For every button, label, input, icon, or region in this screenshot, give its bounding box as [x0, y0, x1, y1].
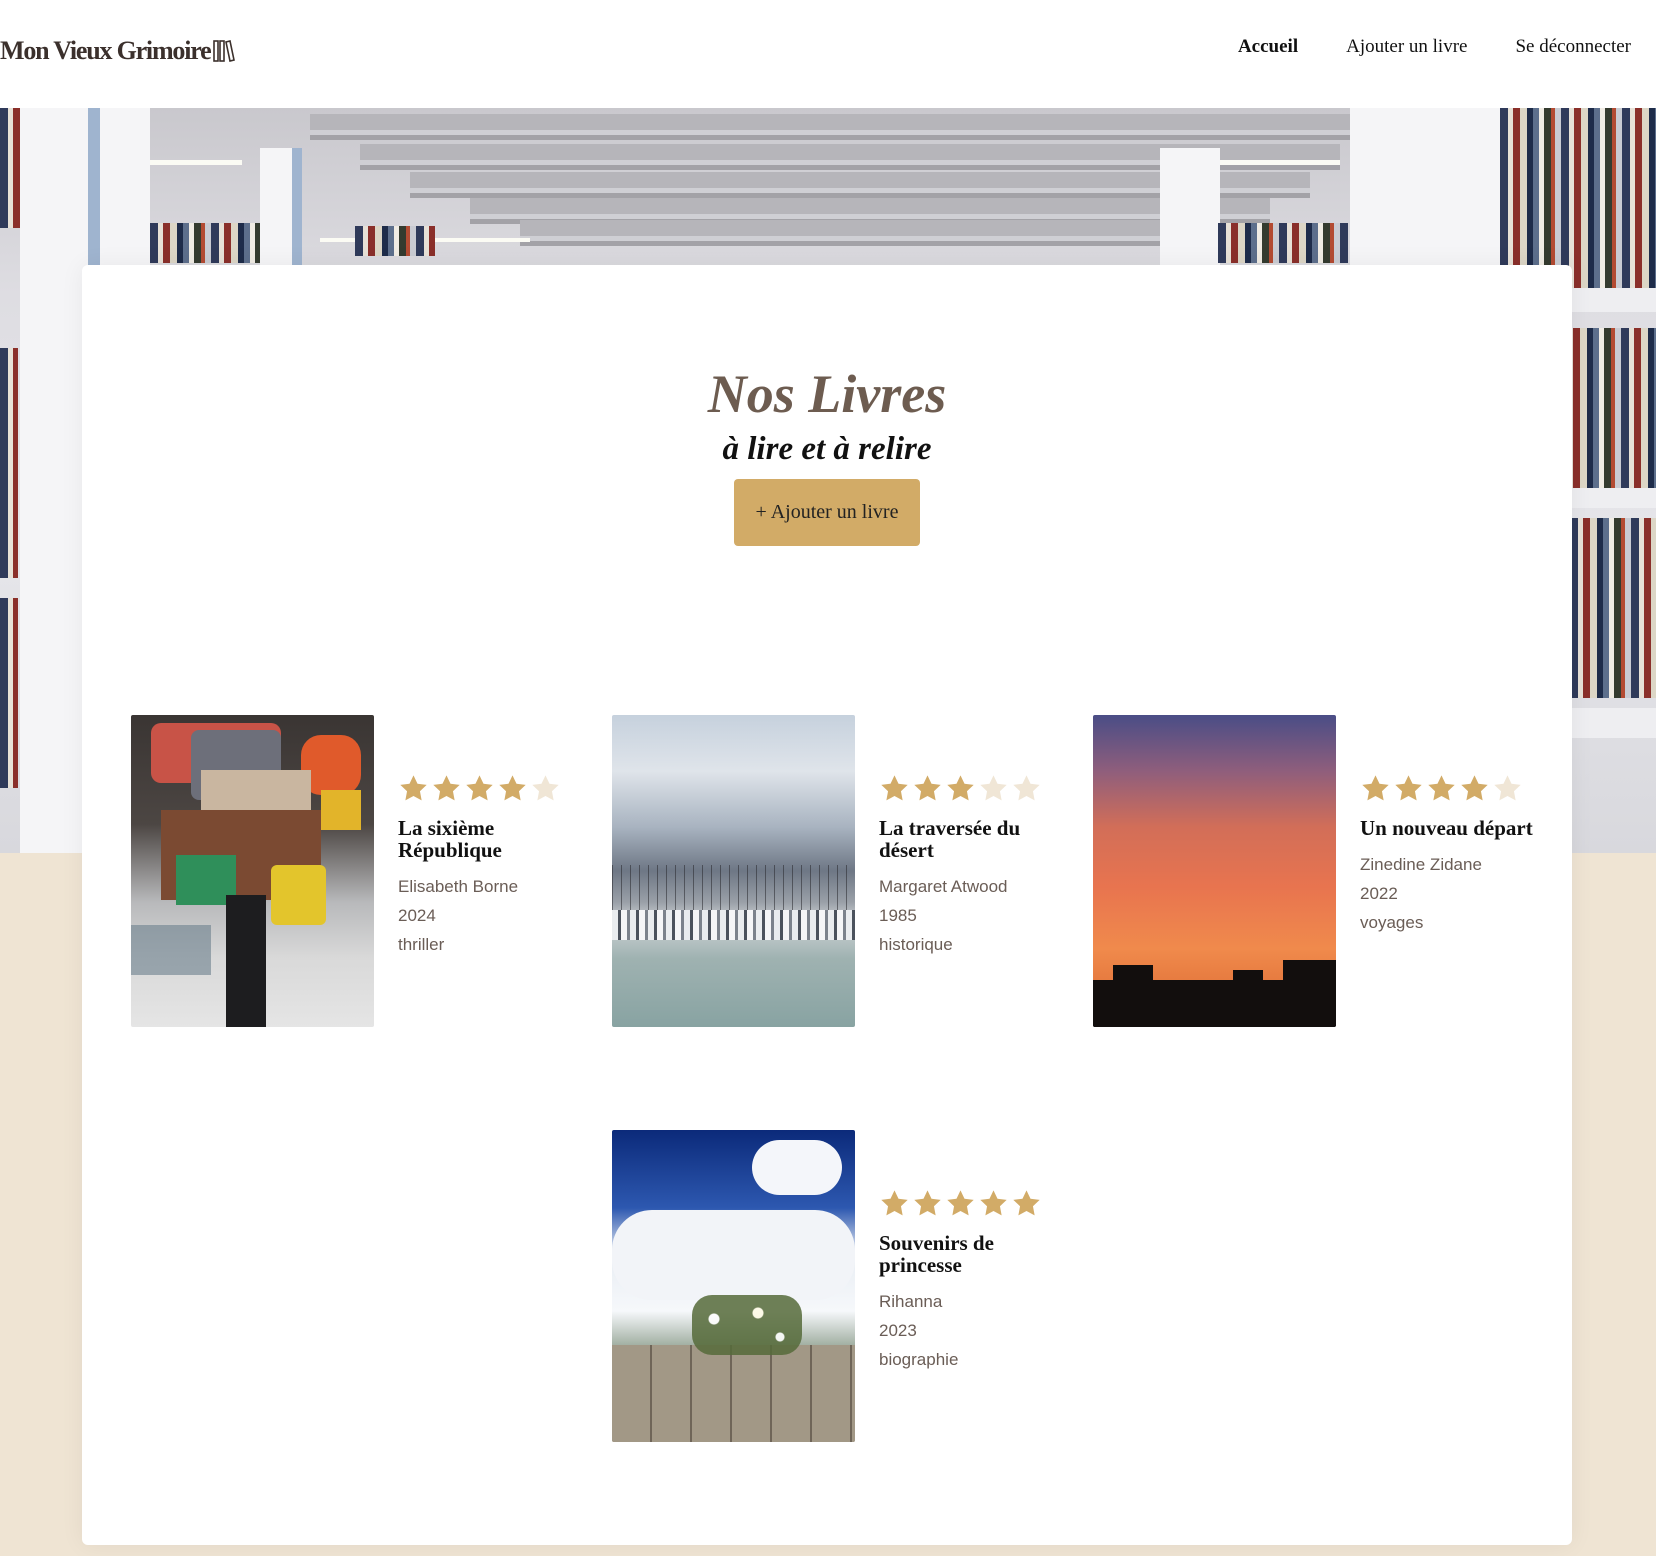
book-cover-image — [612, 715, 855, 1027]
star-empty-icon — [1011, 773, 1044, 807]
top-header: Mon Vieux Grimoire Accueil Ajouter un li… — [0, 0, 1656, 108]
book-genre: historique — [879, 935, 953, 954]
book-genre: thriller — [398, 935, 445, 954]
star-filled-icon — [497, 773, 530, 807]
book-cover-image — [1093, 715, 1336, 1027]
book-author: Elisabeth Borne — [398, 877, 519, 896]
book-author: Margaret Atwood — [879, 877, 1008, 896]
nav-add-book[interactable]: Ajouter un livre — [1346, 36, 1467, 58]
star-filled-icon — [398, 773, 431, 807]
main-nav: Accueil Ajouter un livre Se déconnecter — [1190, 36, 1631, 58]
star-filled-icon — [879, 773, 912, 807]
logo-text: Mon Vieux Grimoire — [0, 36, 212, 65]
books-card: Nos Livres à lire et à relire + Ajouter … — [82, 265, 1572, 1545]
star-filled-icon — [1459, 773, 1492, 807]
rating-stars — [398, 773, 578, 807]
book-info: Souvenirs de princesse Rihanna 2023 biog… — [879, 1188, 1059, 1374]
rating-stars — [879, 773, 1059, 807]
star-filled-icon — [945, 773, 978, 807]
page: Mon Vieux Grimoire Accueil Ajouter un li… — [0, 0, 1656, 1556]
star-filled-icon — [879, 1188, 912, 1222]
star-filled-icon — [912, 1188, 945, 1222]
star-filled-icon — [431, 773, 464, 807]
book-cover-image — [612, 1130, 855, 1442]
book-info: La sixième République Elisabeth Borne 20… — [398, 773, 578, 959]
book-genre: voyages — [1360, 913, 1424, 932]
book-card[interactable]: La traversée du désert Margaret Atwood 1… — [612, 715, 1052, 1027]
star-empty-icon — [978, 773, 1011, 807]
star-empty-icon — [1492, 773, 1525, 807]
book-year: 1985 — [879, 906, 917, 925]
site-logo[interactable]: Mon Vieux Grimoire — [0, 36, 236, 66]
book-info: Un nouveau départ Zinedine Zidane 2022 v… — [1360, 773, 1540, 937]
star-filled-icon — [464, 773, 497, 807]
book-card[interactable]: Un nouveau départ Zinedine Zidane 2022 v… — [1093, 715, 1533, 1027]
star-filled-icon — [1360, 773, 1393, 807]
book-year: 2024 — [398, 906, 436, 925]
star-filled-icon — [1426, 773, 1459, 807]
book-year: 2022 — [1360, 884, 1398, 903]
book-author: Zinedine Zidane — [1360, 855, 1482, 874]
book-info: La traversée du désert Margaret Atwood 1… — [879, 773, 1059, 959]
book-cover-image — [131, 715, 374, 1027]
add-book-button[interactable]: + Ajouter un livre — [734, 479, 920, 546]
star-filled-icon — [945, 1188, 978, 1222]
book-genre: biographie — [879, 1350, 959, 1369]
star-filled-icon — [978, 1188, 1011, 1222]
book-title: Souvenirs de princesse — [879, 1231, 994, 1277]
rating-stars — [1360, 773, 1540, 807]
page-title: Nos Livres — [707, 364, 947, 424]
star-filled-icon — [1393, 773, 1426, 807]
book-card[interactable]: Souvenirs de princesse Rihanna 2023 biog… — [612, 1130, 1052, 1442]
rating-stars — [879, 1188, 1059, 1222]
star-filled-icon — [1011, 1188, 1044, 1222]
star-filled-icon — [912, 773, 945, 807]
nav-home[interactable]: Accueil — [1238, 36, 1298, 58]
book-card[interactable]: La sixième République Elisabeth Borne 20… — [131, 715, 571, 1027]
page-subtitle: à lire et à relire — [722, 431, 932, 467]
book-year: 2023 — [879, 1321, 917, 1340]
book-title: La traversée du désert — [879, 816, 1021, 862]
book-title: Un nouveau départ — [1360, 816, 1533, 840]
books-icon — [213, 39, 236, 63]
book-title: La sixième République — [398, 816, 502, 862]
book-author: Rihanna — [879, 1292, 943, 1311]
nav-logout[interactable]: Se déconnecter — [1515, 36, 1631, 58]
star-empty-icon — [530, 773, 563, 807]
